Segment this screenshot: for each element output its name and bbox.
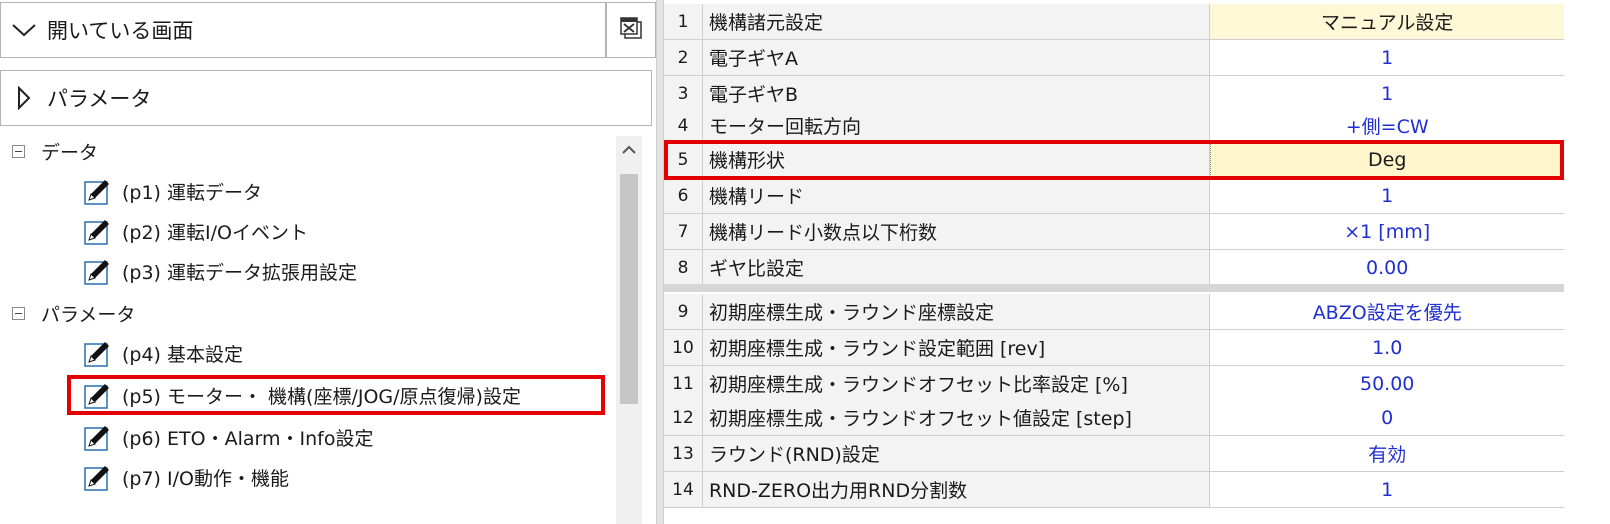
parameter-name: 初期座標生成・ラウンドオフセット比率設定 [%]	[702, 366, 1211, 401]
table-row[interactable]: 9 初期座標生成・ラウンド座標設定 ABZO設定を優先	[664, 294, 1564, 330]
parameter-header[interactable]: パラメータ	[0, 70, 652, 126]
pencil-edit-icon	[84, 259, 109, 285]
pencil-edit-icon	[84, 219, 109, 245]
pencil-edit-icon	[84, 425, 109, 451]
parameter-name: 電子ギヤA	[702, 40, 1211, 75]
tree-item-label: (p4) 基本設定	[122, 344, 244, 366]
parameter-value[interactable]: 0	[1210, 400, 1564, 435]
parameter-value[interactable]: ABZO設定を優先	[1210, 294, 1564, 329]
parameter-name: モーター回転方向	[702, 108, 1211, 143]
navigation-pane: 開いている画面 パラメータ データ (p1) 運転データ (p2) 運転I/Oイ…	[0, 0, 656, 524]
row-number: 4	[664, 108, 703, 143]
table-row[interactable]: 13 ラウンド(RND)設定 有効	[664, 436, 1564, 472]
tree-group-label: データ	[41, 142, 99, 164]
tree-item-label: (p1) 運転データ	[122, 182, 263, 204]
parameter-name: 機構リード小数点以下桁数	[702, 214, 1211, 249]
parameter-name: 初期座標生成・ラウンドオフセット値設定 [step]	[702, 400, 1211, 435]
parameter-value[interactable]: 1	[1210, 472, 1564, 507]
tree-item-label: (p6) ETO・Alarm・Info設定	[122, 428, 374, 450]
row-number: 13	[664, 436, 703, 471]
pencil-edit-icon	[84, 341, 109, 367]
tree-item-p6[interactable]: (p6) ETO・Alarm・Info設定	[84, 424, 373, 451]
pencil-edit-icon	[84, 465, 109, 491]
tree-item-p3[interactable]: (p3) 運転データ拡張用設定	[84, 258, 357, 285]
row-number: 12	[664, 400, 703, 435]
table-row[interactable]: 1 機構諸元設定 マニュアル設定	[664, 4, 1564, 40]
table-row[interactable]: 2 電子ギヤA 1	[664, 40, 1564, 76]
tree-item-p4[interactable]: (p4) 基本設定	[84, 340, 243, 367]
parameter-value[interactable]: +側=CW	[1210, 108, 1564, 143]
chevron-up-icon	[622, 145, 636, 154]
table-row[interactable]: 6 機構リード 1	[664, 178, 1564, 214]
row-number: 8	[664, 250, 703, 285]
collapse-box-icon[interactable]	[12, 307, 25, 320]
table-row[interactable]: 10 初期座標生成・ラウンド設定範囲 [rev] 1.0	[664, 330, 1564, 366]
tree-item-label: (p2) 運転I/Oイベント	[122, 222, 308, 244]
parameter-header-label: パラメータ	[47, 87, 152, 111]
pane-splitter[interactable]	[656, 0, 664, 524]
row-number: 6	[664, 178, 703, 213]
tree-item-p7[interactable]: (p7) I/O動作・機能	[84, 464, 289, 491]
scroll-up-button[interactable]	[616, 136, 642, 164]
scrollbar-thumb[interactable]	[620, 174, 638, 404]
row-number: 11	[664, 366, 703, 401]
table-row[interactable]: 7 機構リード小数点以下桁数 ×1 [mm]	[664, 214, 1564, 250]
parameter-value[interactable]: 50.00	[1210, 366, 1564, 401]
triangle-down-icon	[7, 23, 41, 37]
table-row[interactable]: 4 モーター回転方向 +側=CW	[664, 108, 1564, 144]
parameter-name: 初期座標生成・ラウンド設定範囲 [rev]	[702, 330, 1211, 365]
row-number: 2	[664, 40, 703, 75]
parameter-name: ラウンド(RND)設定	[702, 436, 1211, 471]
row-number: 7	[664, 214, 703, 249]
parameter-value[interactable]: マニュアル設定	[1210, 4, 1564, 39]
row-number: 3	[664, 76, 703, 111]
parameter-value[interactable]: 有効	[1210, 436, 1564, 471]
tree-item-p2[interactable]: (p2) 運転I/Oイベント	[84, 218, 308, 245]
parameter-name: 初期座標生成・ラウンド座標設定	[702, 294, 1211, 329]
close-all-windows-icon	[617, 15, 645, 45]
selected-item-highlight	[67, 375, 605, 415]
close-all-windows-button[interactable]	[606, 2, 656, 58]
row-number: 1	[664, 4, 703, 39]
triangle-right-icon	[7, 86, 41, 110]
open-screens-header[interactable]: 開いている画面	[0, 2, 606, 58]
tree-group-data[interactable]: データ	[12, 138, 98, 165]
parameter-name: ギヤ比設定	[702, 250, 1211, 285]
parameter-value[interactable]: 1.0	[1210, 330, 1564, 365]
pencil-edit-icon	[84, 179, 109, 205]
parameter-value[interactable]: 1	[1210, 40, 1564, 75]
table-row[interactable]: 3 電子ギヤB 1	[664, 76, 1564, 112]
table-row[interactable]: 8 ギヤ比設定 0.00	[664, 250, 1564, 286]
row-number: 9	[664, 294, 703, 329]
parameter-table: 1 機構諸元設定 マニュアル設定 2 電子ギヤA 1 3 電子ギヤB 1 4 モ…	[664, 0, 1610, 524]
open-screens-label: 開いている画面	[47, 19, 194, 43]
tree-group-parameter[interactable]: パラメータ	[12, 300, 135, 327]
table-row[interactable]: 11 初期座標生成・ラウンドオフセット比率設定 [%] 50.00	[664, 366, 1564, 402]
parameter-name: 機構リード	[702, 178, 1211, 213]
table-row[interactable]: 12 初期座標生成・ラウンドオフセット値設定 [step] 0	[664, 400, 1564, 436]
table-row[interactable]: 14 RND-ZERO出力用RND分割数 1	[664, 472, 1564, 508]
selected-row-highlight	[664, 140, 1564, 180]
parameter-name: 電子ギヤB	[702, 76, 1211, 111]
collapse-box-icon[interactable]	[12, 145, 25, 158]
tree-item-p1[interactable]: (p1) 運転データ	[84, 178, 262, 205]
tree-scrollbar[interactable]	[616, 136, 642, 524]
parameter-name: RND-ZERO出力用RND分割数	[702, 472, 1211, 507]
parameter-value[interactable]: 1	[1210, 76, 1564, 111]
parameter-value[interactable]: 0.00	[1210, 250, 1564, 285]
parameter-name: 機構諸元設定	[702, 4, 1211, 39]
parameter-value[interactable]: 1	[1210, 178, 1564, 213]
row-number: 10	[664, 330, 703, 365]
tree-group-label: パラメータ	[41, 304, 136, 326]
tree-item-label: (p3) 運転データ拡張用設定	[122, 262, 358, 284]
group-separator	[664, 284, 1564, 292]
row-number: 14	[664, 472, 703, 507]
parameter-tree: データ (p1) 運転データ (p2) 運転I/Oイベント (p3) 運転データ…	[0, 128, 632, 524]
parameter-value[interactable]: ×1 [mm]	[1210, 214, 1564, 249]
tree-item-label: (p7) I/O動作・機能	[122, 468, 289, 490]
